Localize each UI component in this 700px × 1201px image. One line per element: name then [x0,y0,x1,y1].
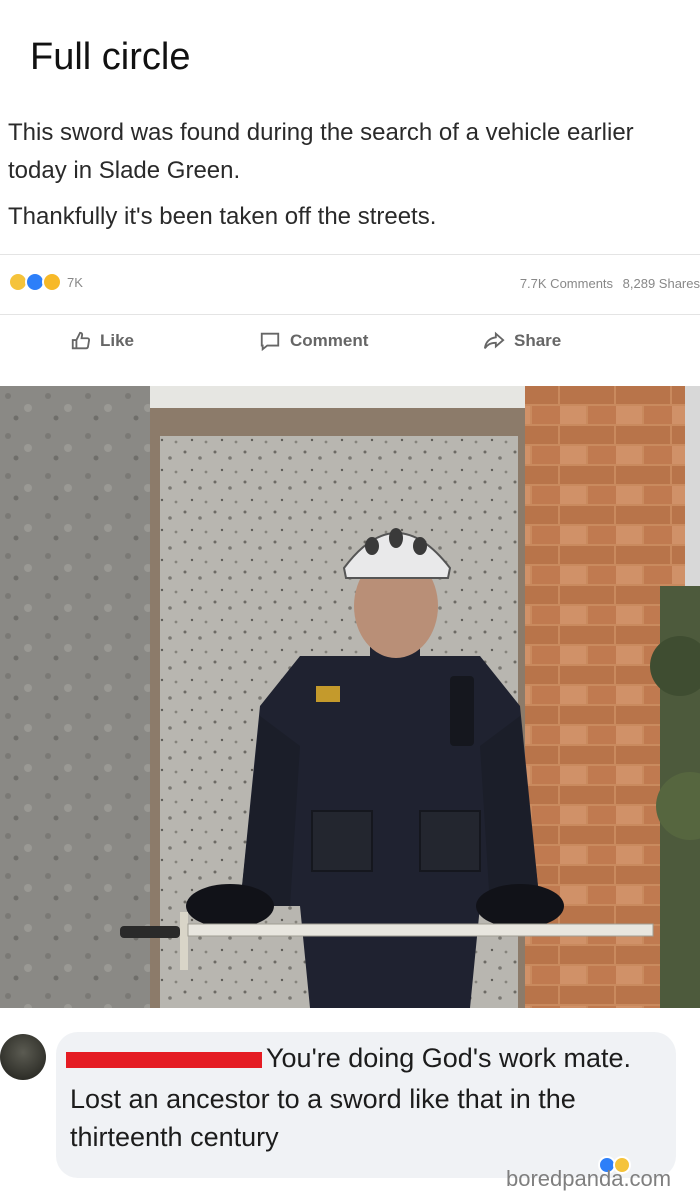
watermark: boredpanda.com [506,1166,672,1191]
police-officer-with-sword-image [0,386,700,1008]
post-text-line-2: Thankfully it's been taken off the stree… [8,203,437,230]
divider [0,314,700,315]
reaction-summary[interactable]: 7K [8,272,83,292]
divider [0,254,700,255]
reactions-row: 7K 7.7K Comments 8,289 Shares [0,256,700,314]
avatar[interactable] [0,1034,46,1080]
comment-icon [260,332,280,352]
share-button[interactable]: Share [482,330,561,352]
redacted-username [66,1052,262,1068]
post-actions: Like Comment Share [0,316,700,372]
post-photo [0,386,700,1008]
comment-label: Comment [290,331,369,350]
comment-button[interactable]: Comment [258,330,368,352]
share-arrow-icon [483,331,505,349]
meme-title: Full circle [30,36,191,78]
post-stats: 7.7K Comments 8,289 Shares [514,276,700,291]
like-button[interactable]: Like [70,330,134,352]
thumbs-up-icon [71,331,91,350]
share-label: Share [514,331,562,350]
like-label: Like [100,331,135,350]
comment-line-2: Lost an ancestor to a sword like that in… [70,1084,576,1114]
comment-line-3: thirteenth century [70,1122,279,1152]
comments-count[interactable]: 7.7K Comments [520,276,613,291]
shares-count[interactable]: 8,289 Shares [623,276,700,291]
wow-icon [42,272,62,292]
comment-line-1: You're doing God's work mate. [266,1043,632,1073]
post-text-line-1: This sword was found during the search o… [8,119,634,184]
comment-bubble: You're doing God's work mate. Lost an an… [56,1032,676,1178]
reaction-count: 7K [67,274,83,290]
post-text: This sword was found during the search o… [8,114,688,236]
